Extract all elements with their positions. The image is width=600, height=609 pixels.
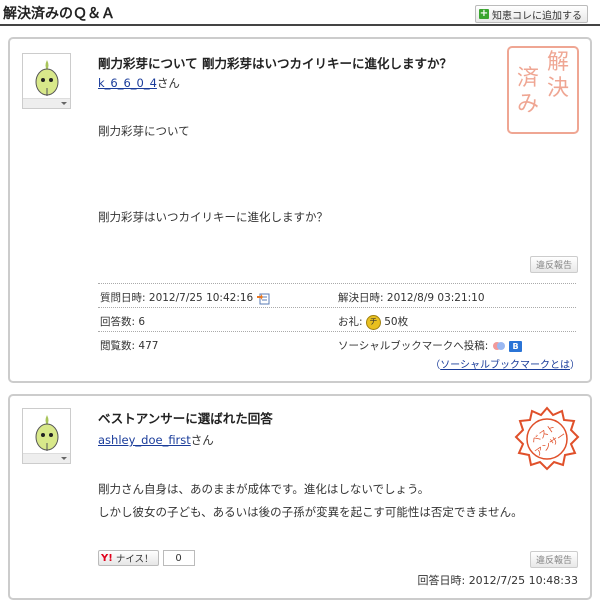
best-answer-heading: ベストアンサーに選ばれた回答: [98, 411, 273, 426]
questioner-avatar[interactable]: [22, 53, 71, 109]
yahoo-icon: Y!: [101, 552, 113, 564]
asked-value: 2012/7/25 10:42:16: [148, 292, 254, 304]
sprout-avatar-icon: [35, 415, 59, 451]
avatar-dropdown-icon[interactable]: [23, 98, 70, 108]
questioner-name-link[interactable]: k_6_6_0_4: [98, 76, 157, 90]
nice-label: ナイス！: [115, 554, 154, 565]
sprout-avatar-icon: [35, 60, 59, 96]
answer-report-button[interactable]: 違反報告: [529, 551, 578, 568]
questioner-line: k_6_6_0_4さん: [98, 75, 180, 91]
calendar-add-icon[interactable]: [256, 292, 271, 305]
bookmark-clip-icon[interactable]: [492, 340, 506, 352]
best-answer-panel: ベスト アンサー ベストアンサーに選ばれた回答 ashley_doe_first…: [8, 394, 592, 600]
page-header: 解決済みのＱ＆Ａ + 知恵コレに追加する: [0, 0, 600, 26]
resolved-stamp-icon: 解 決 済 み: [507, 46, 579, 134]
question-body-line-1: 剛力彩芽について: [98, 124, 190, 138]
answered-value: 2012/7/25 10:48:33: [468, 574, 578, 587]
answer-body-line-1: 剛力さん自身は、あのままが成体です。進化はしないでしょう。: [98, 482, 430, 496]
resolved-label: 解決日時:: [338, 292, 384, 304]
answer-body-line-2: しかし彼女の子ども、あるいは後の子孫が変異を起こす可能性は否定できません。: [98, 505, 523, 519]
stamp-char-2: 決: [547, 76, 569, 101]
answer-count: 回答数: 6: [100, 314, 145, 329]
social-bookmark-help: （ソーシャルブックマークとは）: [430, 356, 580, 371]
question-report-button[interactable]: 違反報告: [529, 256, 578, 273]
question-meta-row-2: 回答数: 6 お礼: チ 50枚: [98, 307, 576, 332]
best-answer-stamp-icon: ベスト アンサー: [514, 406, 580, 471]
add-to-collection-label: 知恵コレに追加する: [492, 10, 582, 22]
question-meta-row-1: 質問日時: 2012/7/25 10:42:16 解決日時: 2012/8/9 …: [98, 283, 576, 308]
answered-date: 回答日時: 2012/7/25 10:48:33: [417, 572, 578, 588]
question-panel: 解 決 済 み 剛力彩芽について 剛力彩芽はいつカイリキーに進化しますか？ k_…: [8, 37, 592, 383]
resolved-value: 2012/8/9 03:21:10: [386, 292, 485, 304]
stamp-char-3: 済: [517, 66, 539, 91]
resolved-date: 解決日時: 2012/8/9 03:21:10: [338, 290, 485, 305]
questioner-suffix: さん: [156, 76, 180, 90]
stamp-char-4: み: [517, 92, 539, 117]
reward-label: お礼:: [338, 316, 363, 328]
reward-value: 50枚: [384, 316, 409, 328]
question-body-line-2: 剛力彩芽はいつカイリキーに進化しますか？: [98, 210, 328, 224]
view-count: 閲覧数: 477: [100, 338, 158, 353]
question-meta-row-3: 閲覧数: 477 ソーシャルブックマークへ投稿: B: [98, 331, 576, 356]
nice-button[interactable]: Y! ナイス！: [98, 550, 159, 566]
avatar-dropdown-icon[interactable]: [23, 453, 70, 463]
answerer-line: ashley_doe_firstさん: [98, 432, 214, 448]
nice-button-group: Y! ナイス！ 0: [98, 550, 195, 566]
asked-date: 質問日時: 2012/7/25 10:42:16: [100, 290, 271, 305]
reward: お礼: チ 50枚: [338, 314, 408, 330]
views-value: 477: [138, 340, 159, 352]
views-label: 閲覧数:: [100, 340, 136, 352]
question-title: 剛力彩芽について 剛力彩芽はいつカイリキーに進化しますか？: [98, 56, 452, 71]
stamp-char-1: 解: [547, 50, 569, 75]
asked-label: 質問日時:: [100, 292, 146, 304]
answers-value: 6: [138, 316, 146, 328]
answerer-suffix: さん: [190, 433, 214, 447]
social-bookmark: ソーシャルブックマークへ投稿: B: [338, 338, 523, 353]
page-title: 解決済みのＱ＆Ａ: [3, 6, 115, 22]
answers-label: 回答数:: [100, 316, 136, 328]
add-to-collection-button[interactable]: + 知恵コレに追加する: [475, 5, 588, 23]
social-help-close: ）: [570, 360, 580, 371]
plus-icon: +: [479, 8, 489, 19]
answerer-avatar[interactable]: [22, 408, 71, 464]
coin-icon: チ: [365, 314, 381, 330]
answered-label: 回答日時:: [417, 574, 466, 587]
hatena-bookmark-icon[interactable]: B: [509, 340, 523, 352]
answerer-name-link[interactable]: ashley_doe_first: [98, 433, 191, 447]
social-help-open: （: [430, 360, 441, 371]
social-bookmark-help-link[interactable]: ソーシャルブックマークとは: [440, 360, 570, 371]
header-divider: [0, 24, 600, 26]
nice-count: 0: [162, 550, 195, 566]
social-label: ソーシャルブックマークへ投稿:: [338, 340, 489, 352]
